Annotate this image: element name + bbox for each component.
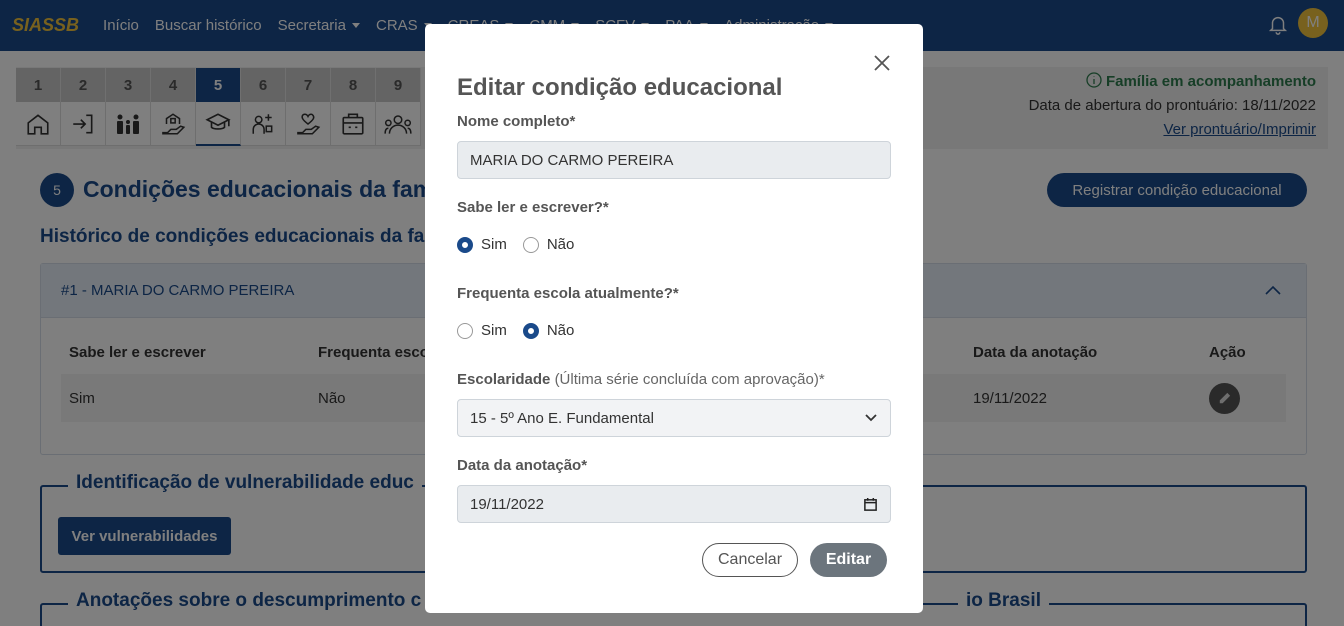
radio-label: Não <box>546 236 575 253</box>
edit-button[interactable]: Editar <box>810 543 887 577</box>
education-hint: (Última série concluída com aprovação)* <box>554 371 825 388</box>
close-icon[interactable] <box>873 54 891 72</box>
literacy-label: Sabe ler e escrever?* <box>457 199 609 216</box>
edit-education-modal: Editar condição educacional Nome complet… <box>425 24 923 613</box>
radio-label: Sim <box>481 236 507 253</box>
school-yes-radio[interactable] <box>457 322 473 339</box>
name-field[interactable]: MARIA DO CARMO PEREIRA <box>457 141 891 179</box>
literacy-yes-radio[interactable] <box>457 236 473 253</box>
school-radio-group: Sim Não <box>457 322 590 339</box>
cancel-button[interactable]: Cancelar <box>702 543 798 577</box>
date-label: Data da anotação* <box>457 457 588 474</box>
radio-label: Sim <box>481 322 507 339</box>
school-no-radio[interactable] <box>522 322 539 339</box>
name-label: Nome completo* <box>457 113 576 130</box>
literacy-radio-group: Sim Não <box>457 236 590 253</box>
literacy-no-radio[interactable] <box>522 236 539 253</box>
modal-title: Editar condição educacional <box>457 74 783 101</box>
date-field[interactable]: 19/11/2022 <box>457 485 891 523</box>
education-select[interactable]: 15 - 5º Ano E. Fundamental <box>457 399 891 437</box>
radio-label: Não <box>546 322 575 339</box>
chevron-down-icon <box>865 414 877 422</box>
education-label: Escolaridade (Última série concluída com… <box>457 371 825 388</box>
school-label: Frequenta escola atualmente?* <box>457 285 679 302</box>
calendar-icon[interactable] <box>863 497 878 512</box>
